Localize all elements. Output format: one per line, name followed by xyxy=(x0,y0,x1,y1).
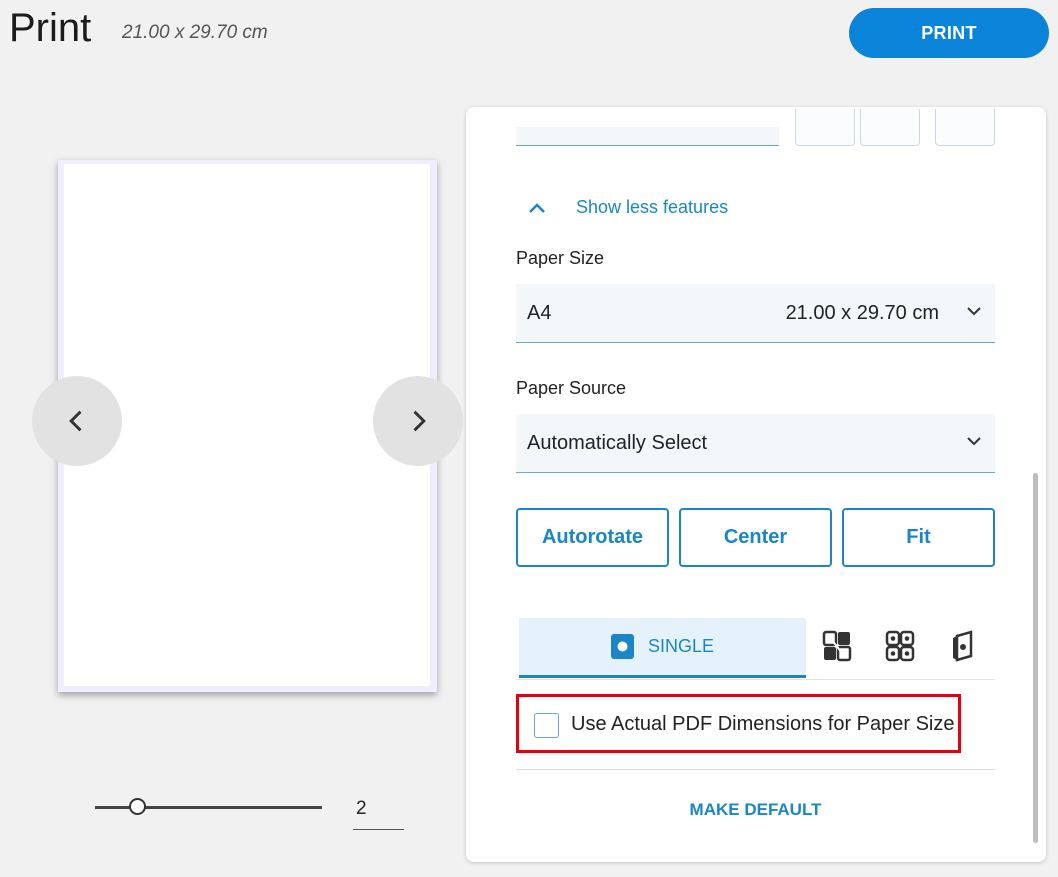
zoom-slider-thumb[interactable] xyxy=(129,798,146,815)
fit-button[interactable]: Fit xyxy=(842,508,995,567)
previous-page-button[interactable] xyxy=(32,376,122,466)
paper-size-label: Paper Size xyxy=(516,248,605,268)
tab-single-label: SINGLE xyxy=(647,636,715,656)
print-button[interactable]: PRINT xyxy=(849,8,1049,58)
pages-2-icon[interactable] xyxy=(822,630,852,662)
single-page-icon xyxy=(610,634,634,659)
partial-option-button[interactable] xyxy=(860,109,920,146)
page-title: Print xyxy=(9,6,92,50)
partial-input-field[interactable] xyxy=(516,127,779,146)
next-page-button[interactable] xyxy=(373,376,463,466)
show-less-features-toggle[interactable]: Show less features xyxy=(528,197,728,218)
make-default-button[interactable]: MAKE DEFAULT xyxy=(516,800,995,820)
partial-option-button[interactable] xyxy=(795,109,855,146)
panel-scrollbar[interactable] xyxy=(1033,473,1038,843)
tab-single[interactable]: SINGLE xyxy=(519,618,806,678)
chevron-left-icon xyxy=(69,410,82,432)
chevron-up-icon xyxy=(529,202,545,213)
paper-size-value: A4 xyxy=(527,301,552,324)
chevron-right-icon xyxy=(413,410,426,432)
chevron-down-icon xyxy=(967,437,981,446)
chevron-down-icon xyxy=(967,307,981,316)
paper-size-dimensions: 21.00 x 29.70 cm xyxy=(785,301,939,324)
paper-source-select[interactable]: Automatically Select xyxy=(516,414,995,473)
print-settings-panel: Show less features Paper Size A4 21.00 x… xyxy=(466,107,1046,862)
page-number-input[interactable]: 2 xyxy=(353,796,404,830)
paper-size-select[interactable]: A4 21.00 x 29.70 cm xyxy=(516,284,995,343)
divider xyxy=(516,769,995,770)
paper-source-label: Paper Source xyxy=(516,378,627,398)
paper-dimensions-subtitle: 21.00 x 29.70 cm xyxy=(122,22,268,43)
show-less-features-label: Show less features xyxy=(576,197,729,217)
paper-source-value: Automatically Select xyxy=(527,431,708,454)
use-actual-pdf-dimensions-row: Use Actual PDF Dimensions for Paper Size xyxy=(516,694,961,753)
partial-option-button[interactable] xyxy=(935,109,995,146)
center-button[interactable]: Center xyxy=(679,508,832,567)
use-actual-pdf-dimensions-checkbox[interactable] xyxy=(534,713,559,738)
pages-4-icon[interactable] xyxy=(885,630,915,662)
booklet-icon[interactable] xyxy=(949,630,979,662)
page-layout-tabs: SINGLE xyxy=(516,617,995,680)
autorotate-button[interactable]: Autorotate xyxy=(516,508,669,567)
use-actual-pdf-dimensions-label[interactable]: Use Actual PDF Dimensions for Paper Size xyxy=(571,713,955,736)
